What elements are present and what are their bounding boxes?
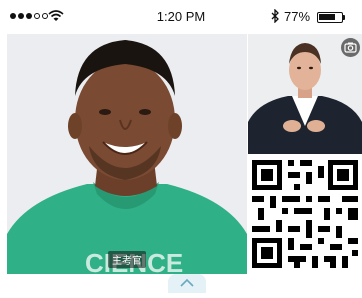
switch-camera-button[interactable] — [341, 38, 360, 57]
camera-icon — [344, 42, 357, 53]
participant-name-label: 主考官 — [108, 251, 146, 268]
qr-code-panel — [248, 154, 362, 274]
qr-code-icon — [248, 154, 362, 274]
main-video-feed[interactable]: CIENCE — [7, 34, 247, 274]
battery-percent: 77% — [284, 9, 311, 24]
status-bar: 1:20 PM 77% — [0, 0, 362, 34]
battery-icon — [317, 12, 343, 23]
expand-panel-button[interactable] — [168, 274, 206, 293]
bluetooth-icon — [271, 9, 279, 23]
battery-tip — [343, 15, 345, 20]
main-participant-image: CIENCE — [7, 34, 247, 274]
battery-fill — [319, 14, 335, 20]
chevron-up-icon — [180, 278, 194, 287]
